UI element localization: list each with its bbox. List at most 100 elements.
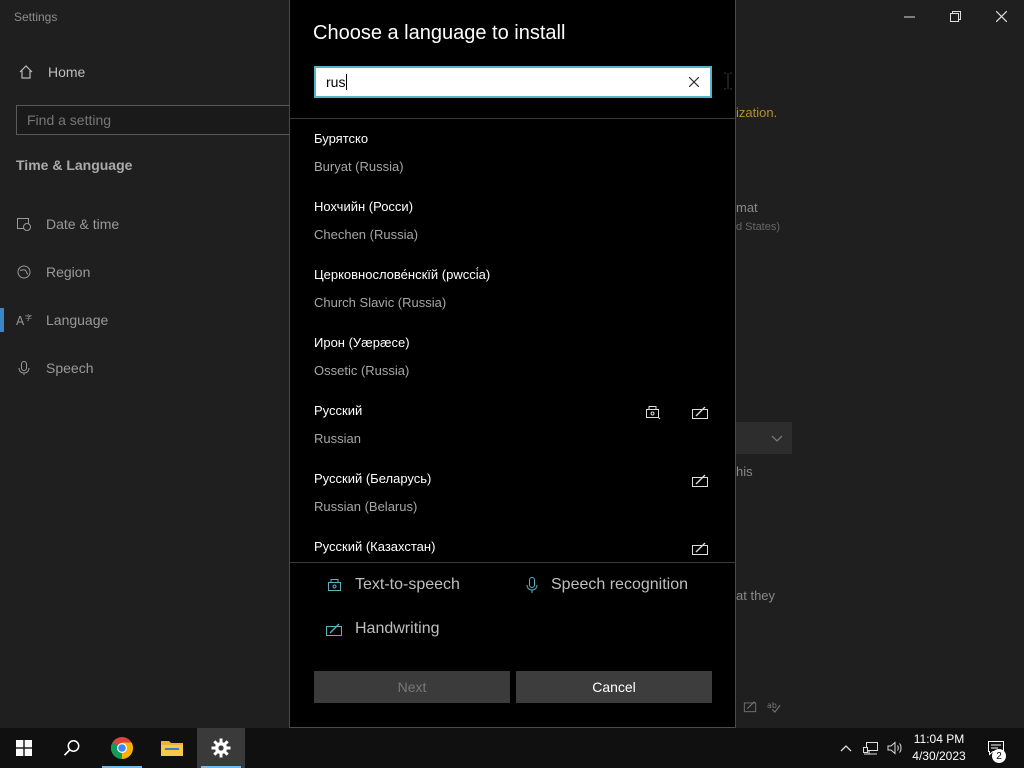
handwriting-icon	[326, 623, 342, 636]
language-native-name: Бурятско	[314, 131, 369, 146]
peek-text: mat	[736, 200, 758, 215]
nav-label: Date & time	[46, 216, 120, 232]
next-button[interactable]: Next	[314, 671, 510, 703]
chevron-up-icon	[840, 745, 852, 752]
clock-date: 4/30/2023	[912, 749, 966, 763]
folder-icon	[161, 741, 183, 756]
restore-icon	[949, 10, 961, 22]
find-setting-placeholder: Find a setting	[27, 112, 112, 128]
taskbar-file-explorer[interactable]	[148, 728, 196, 768]
taskbar-settings[interactable]	[197, 728, 245, 768]
language-item[interactable]: Русский (Казахстан)	[314, 528, 714, 561]
nav-date-time[interactable]: Date & time	[16, 216, 119, 232]
nav-speech[interactable]: Speech	[16, 360, 93, 376]
close-window-button[interactable]	[978, 4, 1024, 28]
handwriting-icon	[692, 474, 708, 487]
clear-search-button[interactable]	[685, 73, 703, 91]
close-icon	[689, 77, 699, 87]
language-native-name: Русский (Беларусь)	[314, 471, 432, 486]
nav-home[interactable]: Home	[18, 64, 85, 80]
search-value: rus	[326, 74, 346, 90]
window-title: Settings	[14, 10, 58, 24]
active-indicator	[0, 308, 4, 332]
nav-label: Region	[46, 264, 91, 280]
search-icon	[63, 740, 80, 756]
language-icon: A字	[16, 313, 32, 328]
language-english-name: Russian (Belarus)	[314, 499, 418, 514]
cancel-button[interactable]: Cancel	[516, 671, 712, 703]
restore-button[interactable]	[932, 4, 978, 28]
divider	[290, 562, 735, 563]
handwriting-icon	[692, 542, 708, 555]
divider	[290, 118, 735, 119]
text-to-speech-icon	[646, 406, 661, 420]
language-item[interactable]: Церковнослове́нскїй (рwссі́а) Church Sla…	[314, 256, 714, 324]
language-list: Бурятско Buryat (Russia) Нохчийн (Росси)…	[290, 120, 735, 561]
clock[interactable]: 11:04 PM 4/30/2023	[908, 731, 970, 765]
language-native-name: Русский	[314, 403, 363, 418]
dialog-title: Choose a language to install	[313, 22, 566, 44]
gear-icon	[211, 738, 231, 758]
feature-legend-speech: Speech recognition	[525, 576, 688, 594]
home-icon	[19, 65, 33, 79]
language-english-name: Church Slavic (Russia)	[314, 295, 447, 310]
network-icon	[863, 742, 878, 755]
svg-text:A: A	[16, 314, 25, 328]
feature-legend-handwriting: Handwriting	[325, 620, 439, 638]
peek-text: d States)	[736, 221, 781, 233]
feature-label: Speech recognition	[551, 576, 688, 593]
language-native-name: Русский (Казахстан)	[314, 539, 436, 554]
region-icon	[17, 265, 31, 279]
nav-region[interactable]: Region	[16, 264, 90, 280]
language-native-name: Ирон (Уæрæсе)	[314, 335, 410, 350]
taskbar: 11:04 PM 4/30/2023	[0, 728, 1024, 768]
show-hidden-icons-button[interactable]	[836, 728, 856, 768]
notification-count-badge: 2	[992, 749, 1006, 763]
date-time-icon	[17, 218, 31, 231]
language-native-name: Нохчийн (Росси)	[314, 199, 414, 214]
minimize-icon	[903, 16, 915, 17]
network-button[interactable]	[860, 728, 882, 768]
clock-time: 11:04 PM	[913, 732, 965, 746]
microphone-icon	[18, 361, 30, 375]
windows-logo-icon	[16, 740, 32, 756]
peek-dropdown[interactable]	[736, 422, 792, 454]
handwriting-icon	[743, 701, 757, 713]
language-item[interactable]: Русский (Беларусь) Russian (Belarus)	[314, 460, 714, 528]
search-button[interactable]	[48, 728, 96, 768]
language-english-name: Chechen (Russia)	[314, 227, 419, 242]
spellcheck-icon: ab	[767, 701, 781, 713]
text-caret	[346, 74, 348, 90]
peek-text: ization.	[736, 105, 778, 120]
find-setting-input[interactable]: Find a setting	[16, 105, 292, 135]
install-language-dialog: Choose a language to install rus Бурятск…	[289, 0, 736, 728]
volume-button[interactable]	[884, 728, 906, 768]
language-english-name: Russian	[314, 431, 361, 446]
nav-label: Speech	[46, 360, 94, 376]
minimize-button[interactable]	[886, 4, 932, 28]
language-item[interactable]: Нохчийн (Росси) Chechen (Russia)	[314, 188, 714, 256]
chevron-down-icon	[771, 435, 783, 442]
language-native-name: Церковнослове́нскїй (рwссі́а)	[314, 267, 491, 282]
taskbar-chrome[interactable]	[98, 728, 146, 768]
svg-text:字: 字	[25, 313, 32, 322]
language-item[interactable]: Русский Russian	[314, 392, 714, 460]
start-button[interactable]	[0, 728, 48, 768]
section-title: Time & Language	[16, 157, 133, 173]
feature-label: Handwriting	[355, 620, 440, 637]
speaker-icon	[887, 741, 902, 755]
handwriting-icon	[692, 406, 708, 419]
nav-language[interactable]: A字 Language	[16, 312, 108, 328]
home-label: Home	[48, 64, 86, 80]
text-cursor-icon	[724, 72, 732, 90]
language-item[interactable]: Бурятско Buryat (Russia)	[314, 120, 714, 188]
peek-text: his	[736, 464, 753, 479]
chrome-icon	[111, 737, 133, 759]
language-english-name: Ossetic (Russia)	[314, 363, 410, 378]
feature-legend-tts: Text-to-speech	[325, 576, 460, 594]
language-english-name: Buryat (Russia)	[314, 159, 404, 174]
language-search-input[interactable]: rus	[314, 66, 712, 98]
nav-label: Language	[46, 312, 109, 328]
language-item[interactable]: Ирон (Уæрæсе) Ossetic (Russia)	[314, 324, 714, 392]
microphone-icon	[526, 577, 538, 593]
